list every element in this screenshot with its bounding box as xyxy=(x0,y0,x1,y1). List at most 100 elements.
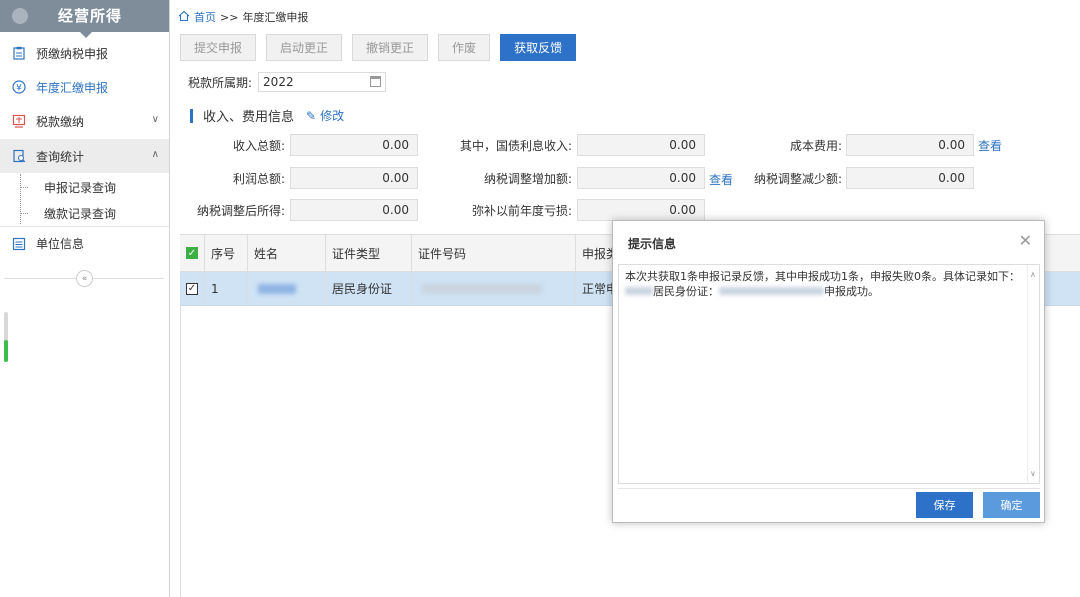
income-section-title: 收入、费用信息 xyxy=(203,110,295,125)
tax-adj-increase-view-link[interactable]: 查看 xyxy=(709,171,733,188)
scroll-down-icon[interactable]: ∨ xyxy=(1030,466,1036,481)
calendar-icon[interactable] xyxy=(370,76,382,87)
section-bar xyxy=(190,108,193,123)
chevron-up-icon: ∧ xyxy=(151,149,159,160)
adjusted-income-label: 纳税调整后所得: xyxy=(196,204,285,218)
query-stats-icon xyxy=(11,148,27,164)
tax-payment-icon xyxy=(11,113,27,129)
sidebar-title: 经营所得 xyxy=(58,7,123,25)
save-button[interactable]: 保存 xyxy=(916,492,973,518)
row-id-number-redacted xyxy=(412,272,576,305)
edit-label: 修改 xyxy=(320,109,345,123)
dialog-message-area[interactable]: 本次共获取1条申报记录反馈，其中申报成功1条，申报失败0条。具体记录如下： 居民… xyxy=(618,264,1040,484)
tax-adj-increase-label: 纳税调整增加额: xyxy=(483,172,572,186)
redacted-id-number xyxy=(719,287,824,295)
tree-dash xyxy=(20,187,28,188)
sidebar-item-annual-declaration[interactable]: ¥ 年度汇缴申报 xyxy=(0,70,169,104)
tax-period: 税款所属期: 2022 xyxy=(188,72,387,92)
list-icon xyxy=(11,236,27,252)
dialog-success-text: 申报成功。 xyxy=(824,285,879,298)
tax-period-value: 2022 xyxy=(263,75,294,89)
chevron-down-icon: ∨ xyxy=(151,114,159,125)
treasury-interest-field[interactable]: 0.00 xyxy=(577,134,705,156)
close-icon[interactable]: ✕ xyxy=(1019,231,1032,250)
dialog-message-line1: 本次共获取1条申报记录反馈，其中申报成功1条，申报失败0条。具体记录如下： xyxy=(625,270,1020,283)
row-name-redacted xyxy=(248,272,326,305)
sidebar-scrollbar[interactable] xyxy=(4,312,8,362)
breadcrumb-home-link[interactable]: 首页 xyxy=(194,9,216,25)
sidebar: 经营所得 预缴纳税申报 ¥ 年度汇缴申报 税款缴纳 ∨ 查询统计 ∧ 申报记录查… xyxy=(0,0,170,597)
tax-period-label: 税款所属期: xyxy=(188,75,253,90)
sidebar-item-tax-payment[interactable]: 税款缴纳 ∨ xyxy=(0,104,169,138)
cost-expense-field[interactable]: 0.00 xyxy=(846,134,974,156)
dialog-message-line2: 居民身份证： 申报成功。 xyxy=(625,284,1033,299)
cancel-correction-button[interactable]: 撤销更正 xyxy=(352,34,429,61)
cost-expense-view-link[interactable]: 查看 xyxy=(978,137,1002,154)
breadcrumb-separator: >> xyxy=(220,10,239,24)
breadcrumb: 首页 >> 年度汇缴申报 xyxy=(178,9,308,25)
tree-dash xyxy=(20,213,28,214)
total-profit-field[interactable]: 0.00 xyxy=(290,167,418,189)
total-income-field[interactable]: 0.00 xyxy=(290,134,418,156)
prior-loss-label: 弥补以前年度亏损: xyxy=(471,204,572,218)
row-select-cell[interactable]: ✓ xyxy=(180,272,205,305)
clipboard-icon xyxy=(11,45,27,61)
dialog-scrollbar[interactable]: ∧ ∨ xyxy=(1027,265,1039,483)
income-section-header: 收入、费用信息 ✎ 修改 xyxy=(190,106,344,125)
treasury-interest-label: 其中，国债利息收入: xyxy=(459,139,572,153)
get-feedback-button[interactable]: 获取反馈 xyxy=(500,34,577,61)
col-header-name: 姓名 xyxy=(248,235,326,271)
row-checkbox[interactable]: ✓ xyxy=(186,282,198,295)
tax-adj-increase-field[interactable]: 0.00 xyxy=(577,167,705,189)
svg-text:¥: ¥ xyxy=(16,84,22,94)
select-all-cell[interactable]: ✓ xyxy=(180,235,205,271)
col-header-id-type: 证件类型 xyxy=(326,235,412,271)
info-dialog: 提示信息 ✕ 本次共获取1条申报记录反馈，其中申报成功1条，申报失败0条。具体记… xyxy=(612,220,1045,523)
sidebar-subitem-payment-records[interactable]: 缴款记录查询 xyxy=(0,200,169,226)
scroll-up-icon[interactable]: ∧ xyxy=(1030,267,1036,282)
collapse-sidebar-button[interactable]: « xyxy=(76,270,93,287)
toolbar: 提交申报 启动更正 撤销更正 作废 获取反馈 xyxy=(180,34,586,61)
row-index: 1 xyxy=(205,272,248,305)
breadcrumb-current: 年度汇缴申报 xyxy=(242,11,309,24)
pencil-icon: ✎ xyxy=(306,108,317,123)
sidebar-subitem-label: 申报记录查询 xyxy=(44,180,117,195)
logo-icon xyxy=(12,8,28,24)
void-button[interactable]: 作废 xyxy=(438,34,491,61)
prior-loss-field[interactable]: 0.00 xyxy=(577,199,705,221)
sidebar-item-query-stats[interactable]: 查询统计 ∧ xyxy=(0,139,169,173)
tax-adj-decrease-field[interactable]: 0.00 xyxy=(846,167,974,189)
select-all-checkbox[interactable]: ✓ xyxy=(186,247,198,259)
sidebar-item-label: 查询统计 xyxy=(36,149,85,164)
start-correction-button[interactable]: 启动更正 xyxy=(266,34,343,61)
confirm-button[interactable]: 确定 xyxy=(983,492,1040,518)
dialog-id-type-text: 居民身份证： xyxy=(653,285,719,298)
home-icon[interactable] xyxy=(178,10,190,25)
dialog-title: 提示信息 xyxy=(628,237,677,251)
total-income-label: 收入总额: xyxy=(232,139,285,153)
row-id-type: 居民身份证 xyxy=(326,272,412,305)
adjusted-income-field[interactable]: 0.00 xyxy=(290,199,418,221)
sidebar-item-label: 税款缴纳 xyxy=(36,114,85,129)
scroll-indicator xyxy=(4,340,8,362)
sidebar-item-label: 年度汇缴申报 xyxy=(36,80,109,95)
submit-declaration-button[interactable]: 提交申报 xyxy=(180,34,257,61)
yen-circle-icon: ¥ xyxy=(11,79,27,95)
redacted-name xyxy=(625,287,653,295)
sidebar-subitem-declaration-records[interactable]: 申报记录查询 xyxy=(0,174,169,200)
sidebar-item-unit-info[interactable]: 单位信息 xyxy=(0,226,169,260)
dialog-footer-divider xyxy=(618,488,1040,489)
sidebar-header: 经营所得 xyxy=(0,0,169,38)
sidebar-item-label: 预缴纳税申报 xyxy=(36,46,109,61)
redacted-id-number xyxy=(422,283,542,294)
table-body-border xyxy=(180,305,181,597)
col-header-id-number: 证件号码 xyxy=(412,235,576,271)
sidebar-item-prepay-declaration[interactable]: 预缴纳税申报 xyxy=(0,36,169,70)
sidebar-subitem-label: 缴款记录查询 xyxy=(44,206,117,221)
edit-link[interactable]: ✎ 修改 xyxy=(306,107,344,124)
sidebar-item-label: 单位信息 xyxy=(36,237,85,251)
tax-adj-decrease-label: 纳税调整减少额: xyxy=(753,172,842,186)
redacted-name xyxy=(258,283,296,294)
tax-period-input[interactable]: 2022 xyxy=(258,72,387,92)
col-header-index: 序号 xyxy=(205,235,248,271)
